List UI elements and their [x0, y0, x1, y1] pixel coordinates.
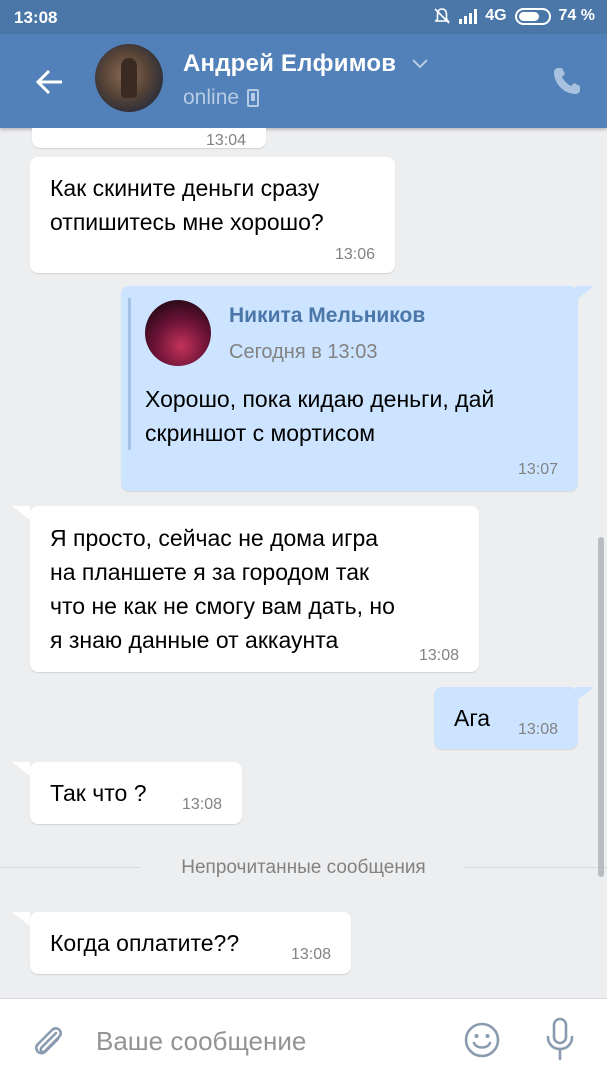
message-text: Так что ? — [50, 780, 147, 806]
emoji-smile-icon[interactable] — [463, 1021, 501, 1059]
unread-messages-label: Непрочитанные сообщения — [181, 857, 426, 878]
network-type: 4G — [485, 7, 507, 24]
message-text-line: скриншот с мортисом — [145, 420, 376, 446]
message-time: 13:04 — [205, 132, 246, 149]
bubble-tail — [12, 912, 30, 926]
status-time: 13:08 — [14, 8, 58, 27]
message-composer — [0, 998, 607, 1080]
forwarded-date: Сегодня в 13:03 — [229, 341, 378, 363]
scrollbar[interactable] — [598, 537, 604, 877]
message-time: 13:08 — [418, 647, 459, 664]
message-text-line: Хорошо, пока кидаю деньги, дай — [145, 386, 495, 412]
message-bubble-partial[interactable]: 13:04 — [32, 128, 266, 149]
message-time: 13:08 — [290, 946, 331, 963]
bubble-tail — [576, 286, 594, 300]
message-text-line: отпишитесь мне хорошо? — [50, 209, 324, 235]
contact-avatar[interactable] — [95, 44, 163, 112]
back-arrow-icon[interactable] — [30, 62, 70, 102]
bubble-tail — [576, 687, 594, 701]
contact-name[interactable]: Андрей Елфимов — [183, 50, 396, 78]
mobile-device-icon — [247, 89, 260, 107]
message-list[interactable]: 13:04 Как скините деньги сразу отпишитес… — [0, 128, 607, 998]
battery-icon — [514, 7, 551, 25]
unread-messages-divider: Непрочитанные сообщения — [0, 857, 607, 878]
contact-status-text: online — [183, 86, 240, 109]
paperclip-icon[interactable] — [28, 1021, 68, 1061]
status-icons: 4G 74 % — [433, 7, 595, 25]
message-bubble-incoming[interactable]: Как скините деньги сразу отпишитесь мне … — [30, 157, 395, 273]
message-text: Когда оплатите?? — [50, 930, 240, 956]
chevron-down-icon[interactable] — [411, 58, 429, 70]
message-time: 13:06 — [334, 246, 375, 263]
message-text-line: Как скините деньги сразу — [50, 175, 320, 201]
message-text-line: что не как не смогу вам дать, но — [50, 593, 395, 619]
message-bubble-incoming[interactable]: Я просто, сейчас не дома игра на планшет… — [30, 506, 479, 672]
bubble-tail — [12, 762, 30, 776]
signal-icon — [459, 8, 478, 24]
message-bubble-incoming[interactable]: Так что ? 13:08 — [30, 762, 242, 824]
message-time: 13:08 — [517, 721, 558, 738]
message-input[interactable] — [96, 1019, 436, 1063]
message-bubble-incoming[interactable]: Когда оплатите?? 13:08 — [30, 912, 351, 974]
microphone-icon[interactable] — [544, 1017, 576, 1061]
contact-status: online — [183, 86, 260, 110]
message-text: Ага — [454, 705, 491, 731]
battery-percent: 74 % — [558, 7, 595, 24]
message-text-line: я знаю данные от аккаунта — [50, 627, 339, 653]
bubble-tail — [12, 506, 30, 520]
message-text-line: Я просто, сейчас не дома игра — [50, 525, 379, 551]
status-bar: 13:08 4G 74 % — [0, 0, 607, 34]
message-time: 13:07 — [517, 461, 558, 478]
message-bubble-outgoing[interactable]: Ага 13:08 — [434, 687, 578, 749]
message-time: 13:08 — [181, 796, 222, 813]
phone-call-icon[interactable] — [550, 64, 584, 98]
chat-header: Андрей Елфимов online — [0, 34, 607, 128]
forwarded-author-avatar[interactable] — [145, 300, 211, 366]
forwarded-author-name[interactable]: Никита Мельников — [229, 302, 425, 330]
forward-quote-bar — [128, 298, 131, 450]
message-text-line: на планшете я за городом так — [50, 559, 370, 585]
muted-bell-icon — [434, 8, 450, 24]
message-bubble-outgoing-forwarded[interactable]: Никита Мельников Сегодня в 13:03 Хорошо,… — [121, 286, 578, 491]
